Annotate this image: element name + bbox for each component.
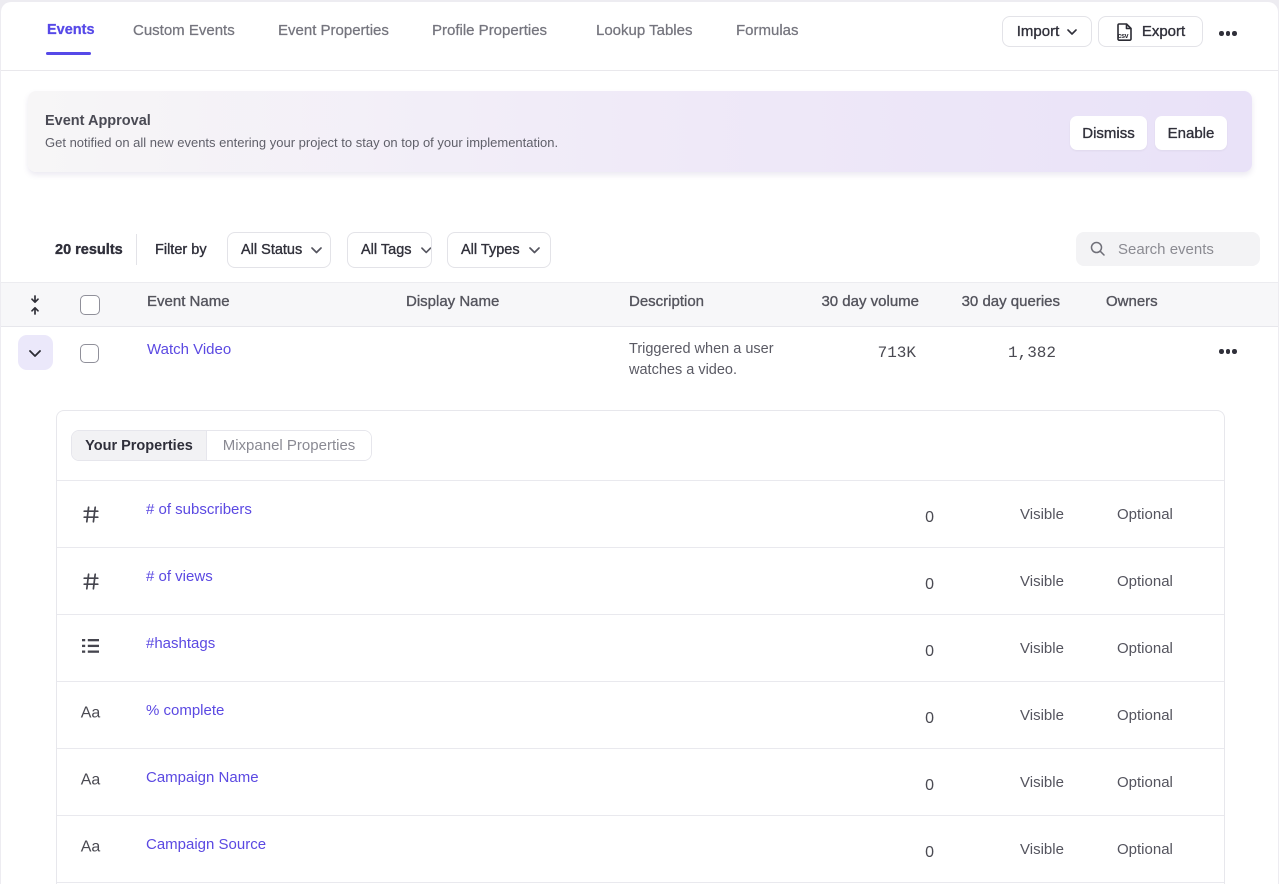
svg-text:csv: csv [1117, 33, 1128, 40]
